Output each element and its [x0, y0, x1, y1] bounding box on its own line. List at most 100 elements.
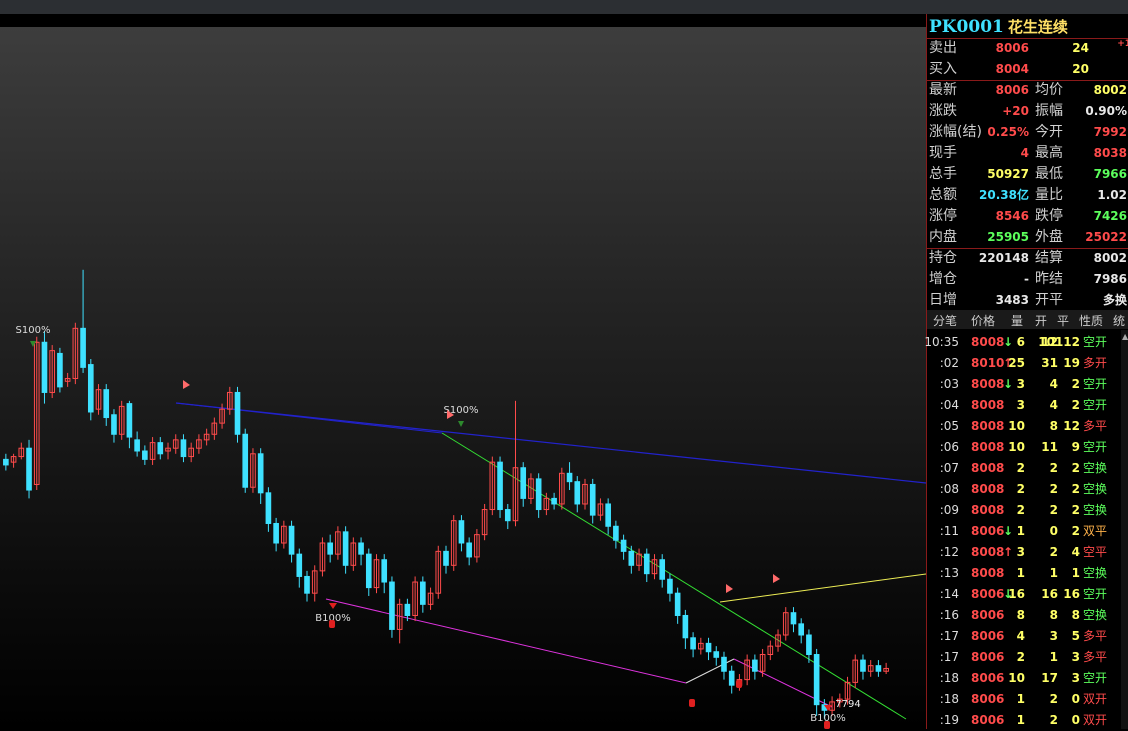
tick-row: :07 8008 2 2 2 空换 [927, 458, 1121, 479]
tick-time: :11 [939, 524, 959, 538]
tick-volume: 3 [1016, 398, 1025, 412]
tick-open: 1 [1049, 650, 1058, 664]
header-open: 开 [1035, 314, 1048, 328]
tick-arrow-icon: ↓ [1003, 377, 1014, 391]
tick-time: :08 [939, 482, 959, 496]
tick-nature: 空开 [1083, 335, 1108, 349]
quote-row: 最新 8006 均价 8002 [927, 80, 1128, 101]
quote-label: 总额 [929, 187, 957, 203]
tick-nature: 空换 [1083, 608, 1108, 622]
quote-value: 8006 [995, 83, 1029, 97]
quote-label: 最新 [929, 82, 957, 98]
quote-value: 20.38亿 [979, 188, 1029, 202]
tick-close: 16 [1063, 587, 1080, 601]
quote-label: 均价 [1035, 82, 1063, 98]
tick-open: 2 [1049, 713, 1058, 727]
candle-body [404, 603, 411, 616]
quote-row: 现手 4 最高 8038 [927, 143, 1128, 164]
tick-time: :07 [939, 461, 959, 475]
quote-label: 增仓 [929, 271, 957, 287]
tick-open: 2 [1049, 692, 1058, 706]
candle-body [389, 581, 395, 630]
tick-nature: 双平 [1083, 524, 1108, 538]
candle-body [690, 637, 696, 650]
tick-price: 8006 [971, 650, 1005, 664]
tick-arrow-icon: ↑ [1003, 545, 1014, 559]
candle-body [242, 433, 249, 488]
quote-value: 4 [1020, 146, 1029, 160]
quote-label: 持仓 [929, 250, 957, 266]
candle-body [466, 542, 472, 558]
tick-nature: 双开 [1083, 713, 1108, 727]
tick-open: 31 [1041, 356, 1058, 370]
tick-time: :09 [939, 503, 959, 517]
quote-value: 0.25% [987, 125, 1029, 139]
tick-volume: 10 [1008, 671, 1025, 685]
candle-body [504, 509, 511, 522]
tick-time: :05 [939, 419, 959, 433]
candle-body [535, 478, 542, 511]
tick-close: 3 [1071, 671, 1080, 685]
tick-volume: 1 [1016, 692, 1025, 706]
tick-open: 8 [1049, 608, 1058, 622]
candle-body [458, 520, 465, 544]
tick-volume: 2 [1016, 482, 1025, 496]
tick-close: 19 [1063, 356, 1080, 370]
candle-body [288, 525, 295, 555]
candle-body [721, 656, 727, 672]
tick-close: 10112 [1038, 335, 1080, 349]
candle-body [551, 497, 557, 505]
flag-icon [183, 380, 190, 389]
tick-open: 2 [1049, 461, 1058, 475]
tick-time: :18 [939, 692, 959, 706]
quote-value: 7426 [1093, 209, 1127, 223]
tick-volume: 1 [1016, 524, 1025, 538]
tick-open: 3 [1049, 629, 1058, 643]
tick-price: 8008 [971, 377, 1005, 391]
quote-value: 50927 [987, 167, 1029, 181]
tick-time: 10:35 [924, 335, 959, 349]
header-time: 分笔 [933, 314, 958, 328]
low-price-label: 7794 [835, 699, 860, 710]
quote-value: 8002 [1093, 83, 1127, 97]
tick-time: :13 [939, 566, 959, 580]
candle-body [234, 391, 241, 435]
window-top-bar [0, 0, 1128, 14]
quote-row: 总手 50927 最低 7966 [927, 164, 1128, 185]
tick-scrollbar[interactable]: ▲ [1121, 330, 1128, 729]
tick-price: 8008 [971, 461, 1005, 475]
header-volume: 量 [1011, 314, 1024, 328]
scroll-up-icon[interactable]: ▲ [1122, 332, 1128, 341]
tick-volume: 16 [1008, 587, 1025, 601]
candle-body [157, 442, 164, 455]
quote-value: 7992 [1093, 125, 1127, 139]
header-stat: 统 [1113, 314, 1126, 328]
instrument-name: 花生连续 [1007, 18, 1068, 36]
candle-body [41, 341, 48, 393]
candlestick-chart[interactable]: S100% S100% B100% B100% 7794 [0, 27, 926, 729]
candle-body [420, 581, 426, 605]
sell-arrow-icon [458, 421, 464, 427]
tick-price: 8008 [971, 335, 1005, 349]
quote-label: 涨跌 [929, 103, 957, 119]
tick-row: :04 8008 3 4 2 空开 [927, 395, 1121, 416]
tick-price: 8008 [971, 482, 1005, 496]
tick-time: :19 [939, 713, 959, 727]
candle-body [628, 550, 635, 566]
candlestick-chart-svg[interactable]: S100%S100%B100%B100%7794 [0, 27, 926, 729]
tick-nature: 空开 [1083, 398, 1108, 412]
tick-price: 8006 [971, 608, 1005, 622]
sell-signal-label: S100% [16, 325, 51, 336]
trendline [441, 432, 907, 720]
tick-price: 8006 [971, 671, 1005, 685]
candle-body [713, 651, 720, 658]
tick-close: 2 [1071, 503, 1080, 517]
candle-body [860, 659, 866, 672]
tick-nature: 多平 [1083, 629, 1108, 643]
candle-body [813, 654, 820, 706]
candle-body [126, 403, 133, 438]
tick-open: 4 [1049, 398, 1058, 412]
quote-label: 跌停 [1035, 208, 1063, 224]
quote-row: 内盘 25905 外盘 25022 [927, 227, 1128, 248]
candle-body [566, 472, 573, 483]
